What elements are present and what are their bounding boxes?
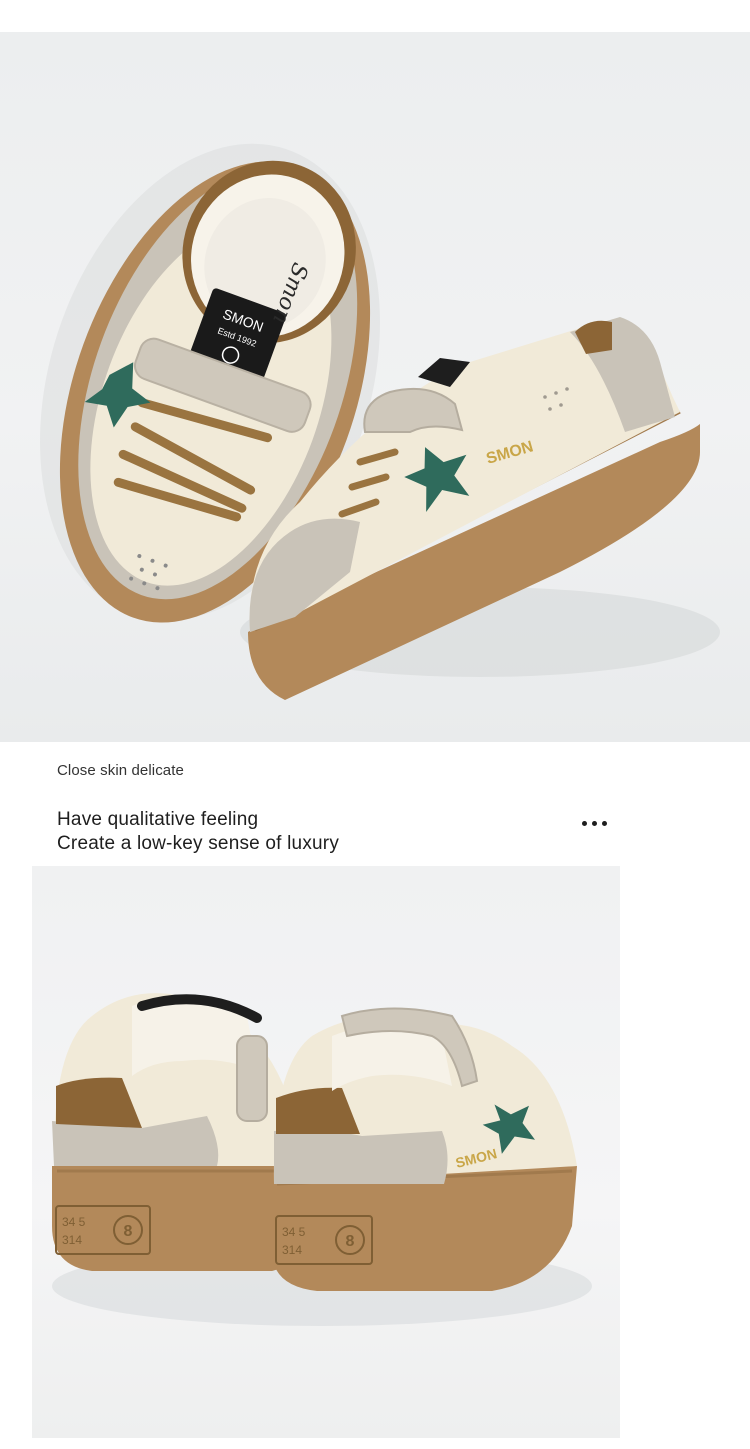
more-dots-icon xyxy=(582,818,616,828)
sneaker-pair-top-view-illustration: SMON Estd 1992 Smon SMON xyxy=(40,143,720,700)
sneaker-pair-rear-view-illustration: 34 5 314 8 SMON 34 5 314 8 xyxy=(52,993,592,1326)
dot xyxy=(582,820,587,826)
heel-badge-left: 8 xyxy=(124,1223,133,1240)
caption-small-text: Close skin delicate xyxy=(57,762,184,779)
headline-line-1: Have qualitative feeling xyxy=(57,809,259,830)
headline-line-2: Create a low-key sense of luxury xyxy=(57,833,340,854)
heel-numbers-right-1: 34 5 xyxy=(282,1225,306,1239)
headline: Have qualitative feeling Create a low-ke… xyxy=(57,808,339,856)
heel-numbers-left-2: 314 xyxy=(62,1233,82,1247)
dot xyxy=(602,820,607,826)
product-photo-top: SMON Estd 1992 Smon SMON xyxy=(0,32,750,742)
dot xyxy=(592,820,597,826)
product-photo-bottom: 34 5 314 8 SMON 34 5 314 8 xyxy=(32,866,620,1438)
heel-badge-right: 8 xyxy=(346,1233,355,1250)
heel-numbers-left-1: 34 5 xyxy=(62,1215,86,1229)
heel-numbers-right-2: 314 xyxy=(282,1243,302,1257)
